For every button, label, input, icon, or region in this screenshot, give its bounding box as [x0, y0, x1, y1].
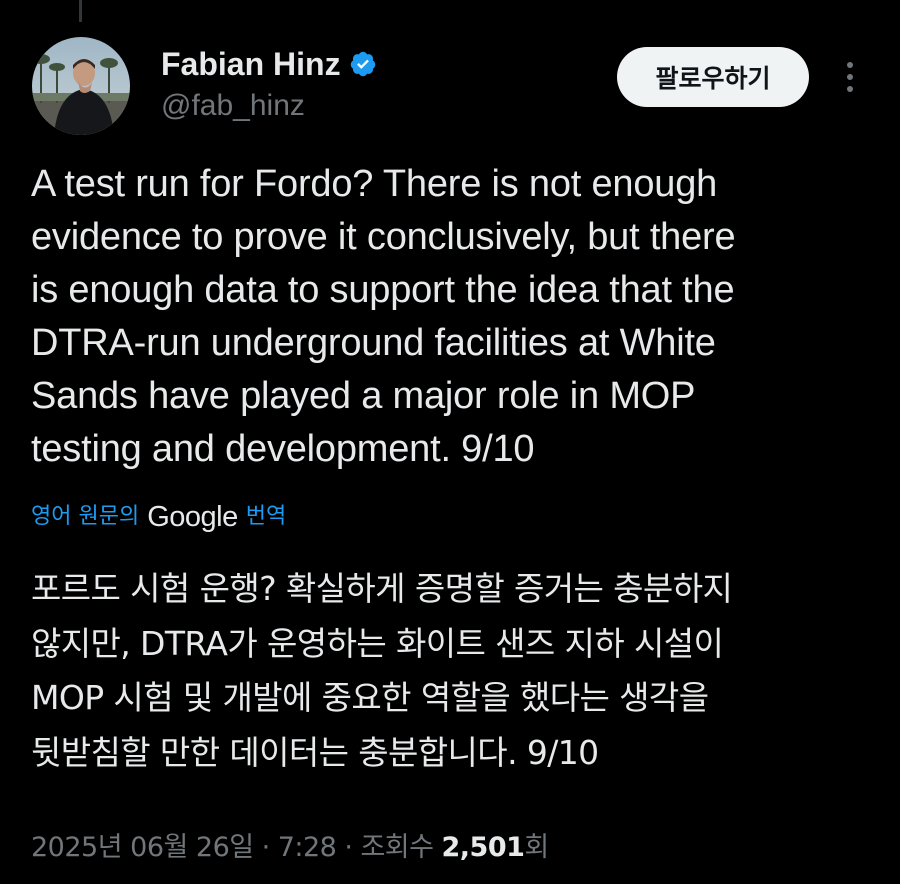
views-suffix: 회	[524, 832, 549, 863]
more-dot	[847, 62, 853, 68]
more-vertical-icon[interactable]	[834, 55, 866, 99]
tweet-time[interactable]: 7:28	[278, 828, 337, 868]
verified-badge-icon[interactable]	[349, 50, 377, 78]
author-name[interactable]: Fabian Hinz	[161, 44, 341, 84]
tweet-meta: 2025년 06월 26일 · 7:28 · 조회수 2,501 회	[31, 828, 549, 868]
profile-photo	[32, 37, 130, 135]
views-label: 조회수	[360, 832, 434, 863]
meta-separator: ·	[261, 832, 271, 863]
avatar[interactable]	[32, 37, 130, 135]
more-dot	[847, 86, 853, 92]
google-logo: Google	[147, 501, 238, 533]
thread-connector-line	[79, 0, 82, 22]
translated-text: 포르도 시험 운행? 확실하게 증명할 증거는 충분하지 않지만, DTRA가 …	[31, 569, 733, 772]
author-name-row: Fabian Hinz	[161, 44, 377, 84]
views-count: 2,501	[441, 832, 525, 863]
translation-attribution: 영어 원문의 Google 번역	[31, 497, 286, 537]
translation-prefix-link[interactable]: 영어 원문의	[31, 497, 139, 537]
translation-suffix-link[interactable]: 번역	[246, 497, 286, 537]
tweet-date[interactable]: 2025년 06월 26일	[31, 828, 254, 868]
more-dot	[847, 74, 853, 80]
meta-separator: ·	[344, 832, 353, 863]
author-handle[interactable]: @fab_hinz	[161, 87, 305, 125]
tweet-text: A test run for Fordo? There is not enoug…	[31, 163, 736, 470]
follow-button[interactable]: 팔로우하기	[617, 47, 809, 107]
